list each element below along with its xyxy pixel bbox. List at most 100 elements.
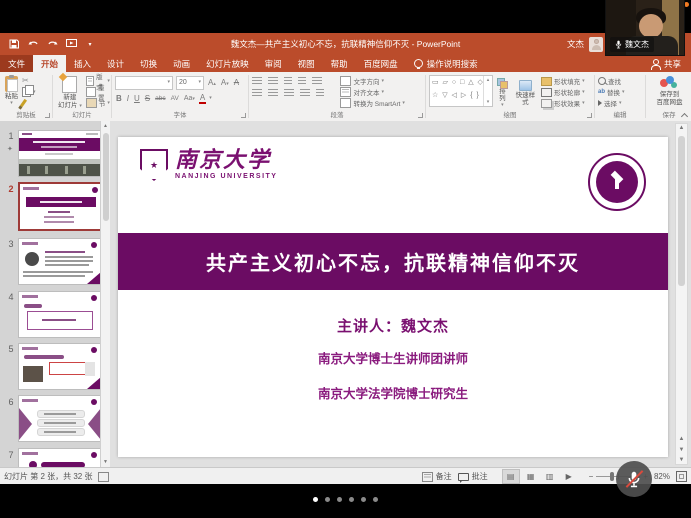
grow-font-button[interactable]: A▴ [207, 78, 217, 87]
new-slide-button[interactable]: 新建 幻灯片 ▾ [56, 75, 84, 110]
thumbnail-scrollbar[interactable]: ▲ ▼ [100, 121, 110, 467]
shrink-font-button[interactable]: A▾ [220, 78, 230, 87]
font-color-button[interactable]: A [199, 94, 206, 104]
page-dot[interactable] [361, 497, 366, 502]
character-spacing-button[interactable]: AV [170, 95, 180, 102]
find-button[interactable]: 查找 [598, 76, 643, 86]
shapes-gallery[interactable]: ▭ ▱ ○ □ △ ◇ ☆ ▽ ◁ ▷ { } ▴▾ [429, 75, 493, 107]
align-left-icon[interactable] [252, 89, 262, 97]
canvas-scrollbar[interactable]: ▲ ▲ ▼ ▼ [675, 123, 688, 465]
zoom-level[interactable]: 82% [654, 472, 670, 481]
page-dot[interactable] [373, 497, 378, 502]
align-right-icon[interactable] [284, 89, 294, 97]
save-icon[interactable] [8, 38, 20, 50]
zoom-out-button[interactable]: − [589, 472, 594, 481]
strikethrough-button[interactable]: S [144, 94, 151, 103]
clear-formatting-button[interactable]: A [233, 78, 240, 87]
collapse-ribbon-button[interactable] [680, 111, 688, 119]
scrollbar-thumb[interactable] [103, 133, 109, 221]
slide-thumbnail-7[interactable] [18, 448, 102, 467]
tell-me-search[interactable]: 操作说明搜索 [406, 55, 486, 72]
comments-toggle[interactable]: 批注 [458, 471, 488, 482]
redo-icon[interactable] [46, 38, 58, 50]
page-dot[interactable] [349, 497, 354, 502]
slide-thumbnail-3[interactable] [18, 238, 102, 285]
section-button[interactable]: 节▾ [86, 98, 110, 108]
reset-button[interactable]: 重置 [86, 87, 110, 97]
customize-qat-icon[interactable]: ▾ [84, 38, 96, 50]
columns-icon[interactable] [316, 89, 324, 97]
increase-indent-icon[interactable] [298, 77, 306, 85]
notes-toggle[interactable]: 备注 [422, 471, 452, 482]
drawing-dialog-launcher[interactable] [587, 113, 592, 118]
replace-button[interactable]: ab替换▾ [598, 87, 643, 97]
font-size-combo[interactable]: 20▾ [176, 76, 204, 90]
shape-effects-button[interactable]: 形状效果▾ [541, 98, 592, 108]
numbering-icon[interactable] [268, 77, 278, 85]
bullets-icon[interactable] [252, 77, 262, 85]
next-slide-icon[interactable]: ▼ [676, 447, 687, 453]
italic-button[interactable]: I [126, 94, 130, 103]
share-button[interactable]: 共享 [641, 55, 691, 72]
account-name[interactable]: 文杰 [567, 38, 584, 50]
current-slide[interactable]: ★ 南京大学 NANJING UNIVERSITY 共产主义初心不忘，抗联精神信… [118, 137, 668, 457]
previous-slide-icon[interactable]: ▲ [676, 436, 687, 442]
shapes-scrollbar[interactable]: ▴▾ [483, 76, 492, 106]
change-case-button[interactable]: Aa▾ [183, 95, 196, 102]
page-dot[interactable] [325, 497, 330, 502]
paragraph-dialog-launcher[interactable] [418, 113, 423, 118]
slide-thumbnail-5[interactable] [18, 343, 102, 390]
tab-file[interactable]: 文件 [0, 55, 33, 72]
mute-button[interactable] [616, 461, 652, 497]
align-text-button[interactable]: 对齐文本▾ [340, 87, 423, 97]
clipboard-dialog-launcher[interactable] [45, 113, 50, 118]
slideshow-view-button[interactable]: ▶ [561, 470, 577, 483]
quick-styles-button[interactable]: 快速样式 [512, 75, 539, 110]
tab-slideshow[interactable]: 幻灯片放映 [198, 55, 257, 72]
underline-button[interactable]: U [133, 94, 141, 103]
tab-design[interactable]: 设计 [99, 55, 132, 72]
tab-baidu-netdisk[interactable]: 百度网盘 [356, 55, 406, 72]
save-to-baidu-pan-button[interactable]: 保存到 百度网盘 [655, 75, 685, 110]
tab-help[interactable]: 帮助 [323, 55, 356, 72]
tab-review[interactable]: 审阅 [257, 55, 290, 72]
shadow-button[interactable]: abc [154, 95, 166, 102]
shape-outline-button[interactable]: 形状轮廓▾ [541, 87, 592, 97]
reading-view-button[interactable]: ▥ [542, 470, 558, 483]
account-avatar[interactable] [589, 37, 603, 52]
arrange-button[interactable]: 排列▾ [495, 75, 510, 110]
shape-fill-button[interactable]: 形状填充▾ [541, 76, 592, 86]
slide-thumbnail-1[interactable] [18, 130, 102, 177]
align-center-icon[interactable] [268, 89, 278, 97]
font-dialog-launcher[interactable] [241, 113, 246, 118]
decrease-indent-icon[interactable] [284, 77, 292, 85]
scroll-down-icon[interactable]: ▼ [101, 459, 110, 465]
zoom-slider-handle[interactable] [610, 472, 614, 481]
justify-icon[interactable] [300, 89, 310, 97]
page-dot[interactable] [337, 497, 342, 502]
paste-button[interactable]: 粘贴▾ [3, 75, 20, 110]
tab-insert[interactable]: 插入 [66, 55, 99, 72]
fit-to-window-button[interactable] [676, 471, 687, 482]
comments-indicator-icon[interactable] [98, 472, 109, 482]
slide-thumbnail-4[interactable] [18, 291, 102, 338]
scroll-up-icon[interactable]: ▲ [101, 123, 110, 129]
scrollbar-thumb[interactable] [678, 136, 685, 286]
scroll-down-icon[interactable]: ▼ [676, 457, 687, 463]
convert-smartart-button[interactable]: 转换为 SmartArt▾ [340, 98, 423, 108]
undo-icon[interactable] [27, 38, 39, 50]
slide-thumbnail-6[interactable] [18, 395, 102, 442]
start-slideshow-icon[interactable] [65, 38, 77, 50]
select-button[interactable]: 选择▾ [598, 98, 643, 108]
tab-view[interactable]: 视图 [290, 55, 323, 72]
page-dot-active[interactable] [313, 497, 318, 502]
scroll-up-icon[interactable]: ▲ [676, 125, 687, 131]
copy-button[interactable]: ▾ [22, 87, 36, 97]
format-painter-button[interactable] [22, 98, 36, 108]
font-color-caret[interactable]: ▾ [209, 96, 212, 101]
tab-transitions[interactable]: 切换 [132, 55, 165, 72]
font-name-combo[interactable]: ▾ [115, 76, 173, 90]
normal-view-button[interactable]: ▤ [502, 469, 520, 484]
slide-sorter-view-button[interactable]: ▦ [523, 470, 539, 483]
webcam-overlay[interactable]: 魏文杰 [606, 0, 684, 55]
